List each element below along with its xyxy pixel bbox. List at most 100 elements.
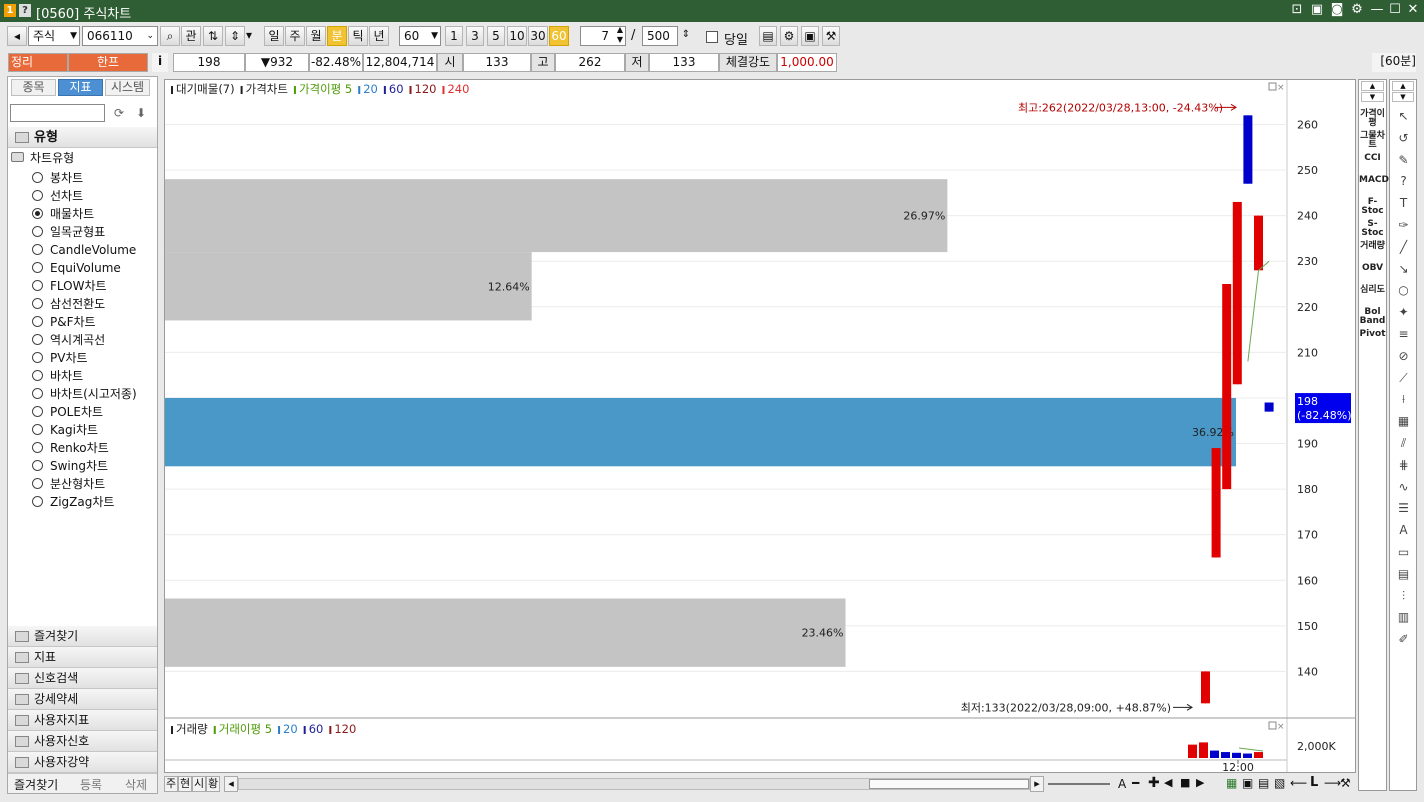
register-button[interactable]: 등록 — [80, 776, 102, 793]
radio-button[interactable] — [32, 298, 43, 309]
radio-button[interactable] — [32, 280, 43, 291]
indicator-shortcut[interactable]: CCI — [1359, 154, 1386, 163]
indicator-shortcut[interactable]: S-Stoc — [1359, 220, 1386, 238]
folder-item[interactable]: 사용자강약 — [8, 752, 157, 773]
scroll-thumb[interactable] — [869, 779, 1029, 789]
horizontal-scrollbar[interactable] — [238, 778, 1030, 790]
tools-icon[interactable]: ⚒ — [822, 26, 840, 46]
image-icon[interactable]: ▧ — [1274, 776, 1285, 790]
chart-type-item[interactable]: Renko차트 — [8, 439, 156, 457]
period-minute[interactable]: 분 — [327, 26, 347, 46]
save-icon[interactable]: ▣ — [801, 26, 819, 46]
scroll-up-icon[interactable]: ▲ — [1392, 81, 1414, 91]
bottom-btn-hwang[interactable]: 황 — [206, 776, 220, 792]
link-icon[interactable]: ▣ — [1308, 2, 1326, 17]
spin-icon[interactable]: ⇕ — [679, 26, 693, 46]
chart-type-item[interactable]: Kagi차트 — [8, 421, 156, 439]
radio-button[interactable] — [32, 208, 43, 219]
download-icon[interactable]: ⬇ — [132, 104, 150, 122]
chart-area[interactable]: 1401501601701801902002102202302402502602… — [164, 79, 1356, 774]
radio-button[interactable] — [32, 190, 43, 201]
log-scale-icon[interactable]: L — [1310, 775, 1318, 790]
excel-icon[interactable]: ▦ — [1226, 776, 1237, 790]
folder-item[interactable]: 즐겨찾기 — [8, 626, 157, 647]
save-icon[interactable]: ▣ — [1242, 776, 1253, 790]
back-arrow-icon[interactable]: ⟵ — [1290, 776, 1307, 790]
folder-item[interactable]: 지표 — [8, 647, 157, 668]
chart-type-item[interactable]: 매물차트 — [8, 205, 156, 223]
section-type[interactable]: 유형 — [8, 127, 157, 148]
legend-entry[interactable]: 20 — [363, 82, 378, 96]
radio-button[interactable] — [32, 244, 43, 255]
pane-close-icon[interactable]: × — [1277, 83, 1285, 93]
sync-icon[interactable]: ⇅ — [203, 26, 223, 46]
radio-button[interactable] — [32, 442, 43, 453]
period-tick[interactable]: 틱 — [348, 26, 368, 46]
legend-entry[interactable]: 240 — [447, 82, 469, 96]
radio-button[interactable] — [32, 352, 43, 363]
help-icon[interactable]: ? — [1395, 173, 1412, 189]
interval-3[interactable]: 3 — [466, 26, 484, 46]
info-icon[interactable]: i — [152, 53, 168, 72]
chart-type-item[interactable]: ZigZag차트 — [8, 493, 156, 511]
spin-icon[interactable]: ⇕ — [225, 26, 245, 46]
chart-type-item[interactable]: 바차트 — [8, 367, 156, 385]
interval-30[interactable]: 30 — [528, 26, 548, 46]
channel-icon[interactable]: ⋕ — [1395, 457, 1412, 473]
chart-type-item[interactable]: 삼선전환도 — [8, 295, 156, 313]
pen-icon[interactable]: ✑ — [1395, 217, 1412, 233]
period-week[interactable]: 주 — [285, 26, 305, 46]
chart-type-item[interactable]: Swing차트 — [8, 457, 156, 475]
stop-icon[interactable]: ■ — [1180, 776, 1190, 789]
interest-button[interactable]: 관 — [181, 26, 201, 46]
count-stepper[interactable]: 7 ▲ ▼ — [580, 26, 626, 46]
radio-button[interactable] — [32, 388, 43, 399]
trend-icon[interactable]: ⟋ — [1395, 370, 1412, 386]
indicator-search-input[interactable] — [10, 104, 105, 122]
chart-icon[interactable]: ▥ — [1395, 609, 1412, 625]
forward-arrow-icon[interactable]: ⟶ — [1324, 776, 1341, 790]
folder-item[interactable]: 신호검색 — [8, 668, 157, 689]
cursor-icon[interactable]: ↖ — [1395, 108, 1412, 124]
radio-button[interactable] — [32, 424, 43, 435]
parallel-icon[interactable]: ⫽ — [1395, 435, 1412, 451]
interval-60[interactable]: 60 — [549, 26, 569, 46]
list-icon[interactable]: ☰ — [1395, 500, 1412, 516]
period-day[interactable]: 일 — [264, 26, 284, 46]
wrench-icon[interactable]: ✐ — [1395, 631, 1412, 647]
legend-entry[interactable]: 120 — [334, 722, 356, 736]
mark-icon[interactable]: ✦ — [1395, 304, 1412, 320]
bottom-btn-ju[interactable]: 주 — [164, 776, 178, 792]
maximize-icon[interactable]: ☐ — [1386, 2, 1404, 17]
radio-button[interactable] — [32, 496, 43, 507]
radio-button[interactable] — [32, 460, 43, 471]
legend-entry[interactable]: 60 — [309, 722, 324, 736]
print-icon[interactable]: ▤ — [1258, 776, 1269, 790]
wave-icon[interactable]: ∿ — [1395, 479, 1412, 495]
zoom-slider[interactable] — [1048, 783, 1110, 785]
hline-icon[interactable]: ≡ — [1395, 326, 1412, 342]
refresh-icon[interactable]: ⟳ — [110, 104, 128, 122]
undo-icon[interactable]: ↺ — [1395, 130, 1412, 146]
legend-entry[interactable]: 가격이평 5 — [299, 82, 352, 96]
scroll-down-icon[interactable]: ▼ — [1361, 92, 1384, 102]
gear-icon[interactable]: ⚙ — [780, 26, 798, 46]
favorites-button[interactable]: 즐겨찾기 — [14, 776, 58, 793]
step-back-icon[interactable]: ◀ — [1164, 776, 1172, 789]
play-icon[interactable]: ▶ — [1196, 776, 1204, 789]
folder-item[interactable]: 사용자신호 — [8, 731, 157, 752]
prev-stock-icon[interactable]: ◂ — [7, 26, 27, 46]
interval-10[interactable]: 10 — [507, 26, 527, 46]
settings-icon[interactable]: ⚙ — [1348, 2, 1366, 17]
chart-type-item[interactable]: 역시계곡선 — [8, 331, 156, 349]
radio-button[interactable] — [32, 370, 43, 381]
legend-entry[interactable]: 120 — [415, 82, 437, 96]
indicator-shortcut[interactable]: 가격이평 — [1359, 110, 1386, 128]
stat-icon[interactable]: ⫶ — [1395, 588, 1412, 604]
radio-button[interactable] — [32, 406, 43, 417]
scroll-left-icon[interactable]: ◂ — [224, 776, 238, 792]
eraser-icon[interactable]: ✎ — [1395, 152, 1412, 168]
restore-layout-icon[interactable]: ⊡ — [1288, 2, 1306, 17]
organize-button[interactable]: 정리 — [8, 53, 68, 72]
market-select[interactable]: 주식 ▼ — [28, 26, 80, 46]
